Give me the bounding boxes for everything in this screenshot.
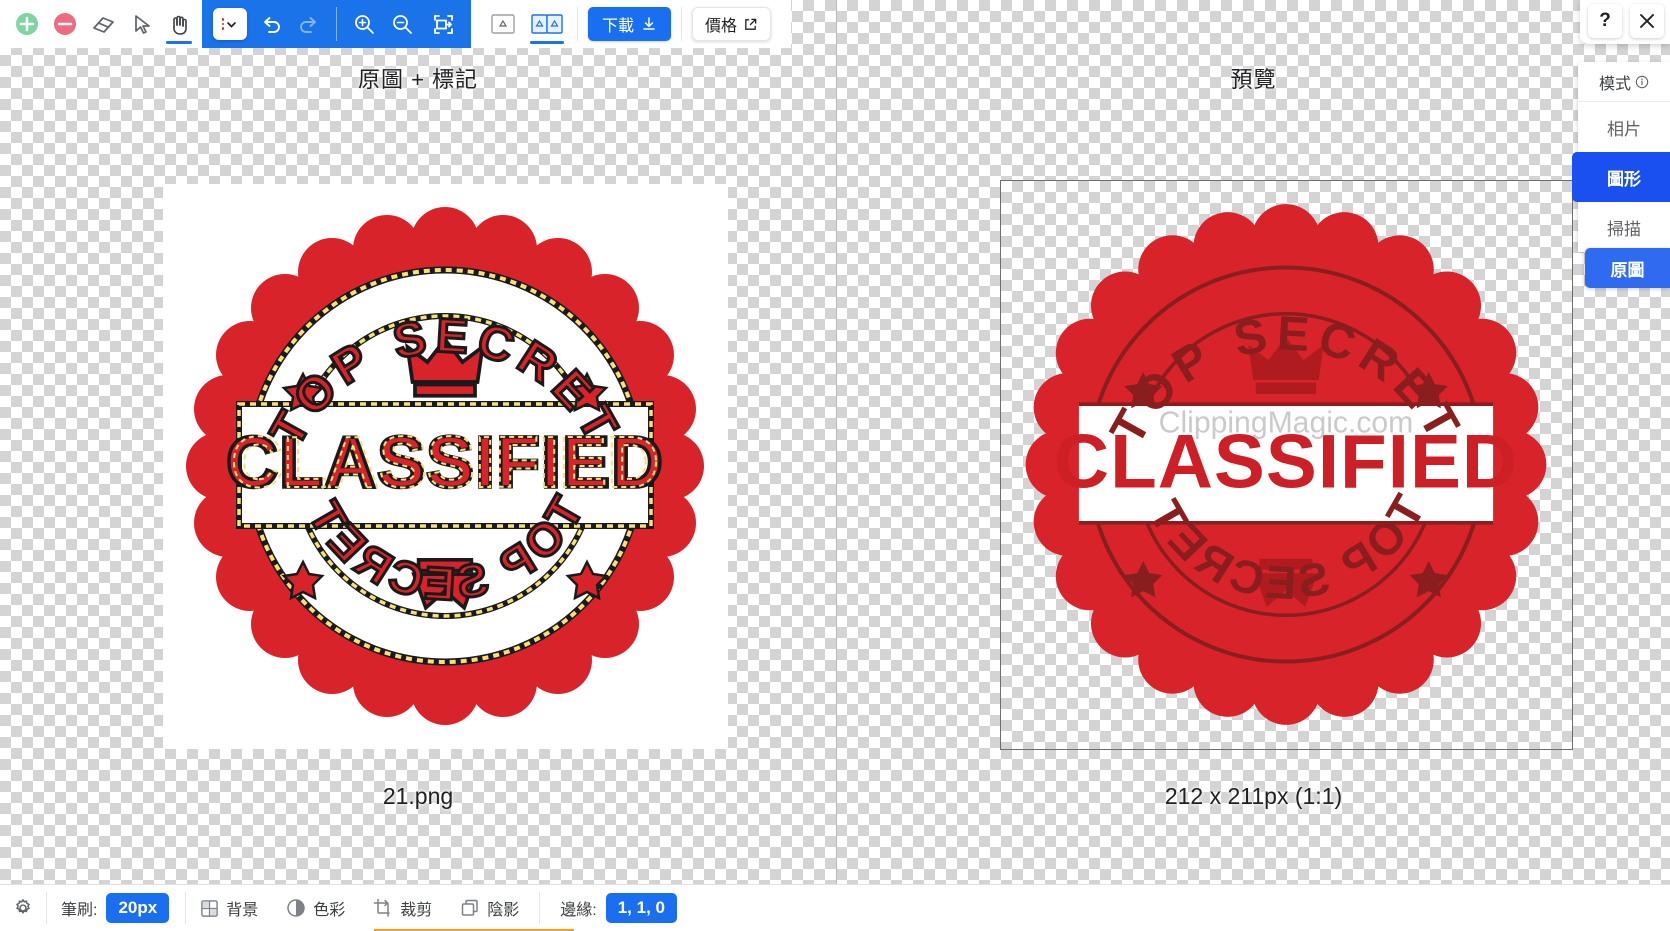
pane-divider bbox=[836, 0, 837, 884]
toolbar-divider-1 bbox=[336, 7, 337, 41]
bottom-divider-3 bbox=[539, 892, 541, 924]
redo-button[interactable] bbox=[290, 0, 328, 48]
cursor-arrow-icon bbox=[134, 14, 150, 34]
edge-label: 邊緣: bbox=[560, 902, 597, 919]
help-icon: ? bbox=[1599, 10, 1611, 31]
shadow-tool-label: 陰影 bbox=[487, 902, 520, 919]
toolbar-view-group: 下載 價格 bbox=[471, 0, 792, 48]
more-options-button[interactable] bbox=[213, 8, 247, 40]
brush-label: 筆刷: bbox=[61, 902, 98, 919]
remove-region-tool[interactable] bbox=[46, 0, 84, 48]
show-original-button[interactable]: 原圖 bbox=[1585, 248, 1670, 288]
add-region-tool[interactable] bbox=[8, 0, 46, 48]
help-button[interactable]: ? bbox=[1588, 4, 1622, 38]
mode-item-scan[interactable]: 掃描 bbox=[1578, 202, 1670, 252]
single-view-button[interactable] bbox=[481, 0, 525, 48]
hand-icon bbox=[172, 15, 187, 35]
info-circle-icon[interactable] bbox=[1635, 75, 1649, 89]
crop-tool-label: 裁剪 bbox=[400, 902, 433, 919]
eraser-tool[interactable] bbox=[84, 0, 122, 48]
mode-panel-header: 模式 bbox=[1578, 62, 1670, 102]
watermark-text: ClippingMagic.com bbox=[1159, 406, 1414, 439]
preview-canvas[interactable]: TOP SECRET TOP SECRET CLASSIFIED Clippin… bbox=[1000, 180, 1573, 750]
pan-tool-active-indicator bbox=[166, 41, 192, 44]
undo-button[interactable] bbox=[252, 0, 290, 48]
edge-control: 邊緣: 1, 1, 0 bbox=[546, 885, 677, 931]
chevron-down-icon bbox=[227, 21, 237, 28]
mode-item-graphic[interactable]: 圖形 bbox=[1572, 152, 1670, 202]
toolbar-divider-3 bbox=[681, 7, 683, 41]
color-tool-label: 色彩 bbox=[313, 902, 346, 919]
magnifier-plus-icon bbox=[355, 15, 374, 34]
color-tool[interactable]: 色彩 bbox=[272, 885, 359, 931]
mode-item-photo-label: 相片 bbox=[1607, 119, 1641, 139]
split-view-button[interactable] bbox=[525, 0, 569, 48]
redo-arrow-icon bbox=[300, 17, 316, 33]
top-toolbar: 下載 價格 bbox=[0, 0, 1670, 48]
show-original-button-label: 原圖 bbox=[1610, 260, 1645, 280]
stamp-preview-image: TOP SECRET TOP SECRET CLASSIFIED Clippin… bbox=[1025, 204, 1547, 725]
brush-size-control: 筆刷: 20px bbox=[47, 885, 170, 931]
split-view-active-indicator bbox=[530, 41, 564, 44]
minus-circle-icon bbox=[54, 13, 76, 35]
download-arrow-icon bbox=[643, 17, 655, 30]
mode-panel-title: 模式 bbox=[1598, 75, 1631, 93]
single-pane-icon bbox=[491, 14, 515, 34]
select-tool[interactable] bbox=[122, 0, 160, 48]
pan-tool[interactable] bbox=[160, 0, 198, 48]
shadow-layers-icon bbox=[462, 899, 478, 916]
close-button[interactable] bbox=[1630, 4, 1664, 38]
split-pane-icon bbox=[531, 14, 563, 34]
magnifier-minus-icon bbox=[393, 15, 412, 34]
crop-icon bbox=[373, 898, 390, 917]
zoom-out-button[interactable] bbox=[383, 0, 421, 48]
left-pane-caption: 21.png bbox=[382, 783, 454, 809]
mode-item-graphic-label: 圖形 bbox=[1607, 169, 1641, 189]
mode-item-scan-label: 掃描 bbox=[1607, 219, 1641, 239]
fit-to-screen-button[interactable] bbox=[421, 0, 465, 48]
gear-icon bbox=[16, 898, 30, 915]
pricing-button-label: 價格 bbox=[705, 18, 738, 35]
crop-tool[interactable]: 裁剪 bbox=[359, 885, 446, 931]
mode-item-photo[interactable]: 相片 bbox=[1578, 102, 1670, 152]
shadow-tool[interactable]: 陰影 bbox=[446, 885, 533, 931]
app-root: 原圖 + 標記 21.png TOP SECRET TOP SECRET CLA… bbox=[0, 0, 1670, 931]
download-button[interactable]: 下載 bbox=[588, 7, 672, 41]
side-top-actions: ? bbox=[1580, 0, 1670, 44]
background-tool[interactable]: 背景 bbox=[186, 885, 272, 931]
background-grid-icon bbox=[201, 899, 219, 917]
pricing-button[interactable]: 價格 bbox=[692, 7, 772, 41]
contrast-circle-icon bbox=[287, 899, 305, 917]
close-icon bbox=[1640, 14, 1654, 28]
more-options-dots-icon bbox=[221, 18, 225, 30]
bottom-toolbar: 筆刷: 20px 背景 色彩 裁剪 陰影 邊緣: 1, 1, 0 bbox=[0, 884, 1670, 931]
plus-circle-icon bbox=[16, 13, 38, 35]
toolbar-tools-group bbox=[0, 0, 202, 48]
edge-value[interactable]: 1, 1, 0 bbox=[605, 893, 677, 923]
fit-screen-icon bbox=[433, 14, 453, 34]
original-canvas[interactable]: TOP SECRET TOP SECRET CLASSIFIED CLASSIF… bbox=[163, 184, 728, 749]
eraser-icon bbox=[92, 16, 114, 33]
mode-panel: 模式 相片 圖形 掃描 bbox=[1572, 62, 1670, 252]
toolbar-divider-2 bbox=[577, 7, 578, 41]
stamp-original-image: TOP SECRET TOP SECRET CLASSIFIED CLASSIF… bbox=[163, 184, 728, 749]
background-tool-label: 背景 bbox=[226, 902, 259, 919]
toolbar-history-group bbox=[202, 0, 471, 48]
brush-size-value[interactable]: 20px bbox=[106, 893, 170, 923]
settings-button[interactable] bbox=[0, 885, 46, 931]
right-pane-caption: 212 x 211px (1:1) bbox=[1164, 783, 1343, 809]
download-button-label: 下載 bbox=[602, 18, 635, 35]
undo-arrow-icon bbox=[264, 17, 280, 33]
external-link-icon bbox=[745, 18, 757, 30]
right-pane-title: 預覽 bbox=[1230, 67, 1277, 92]
left-pane-title: 原圖 + 標記 bbox=[357, 67, 479, 92]
markup-outline-center: CLASSIFIED bbox=[231, 423, 659, 503]
editor-stage: 原圖 + 標記 21.png TOP SECRET TOP SECRET CLA… bbox=[0, 0, 1670, 884]
zoom-in-button[interactable] bbox=[345, 0, 383, 48]
